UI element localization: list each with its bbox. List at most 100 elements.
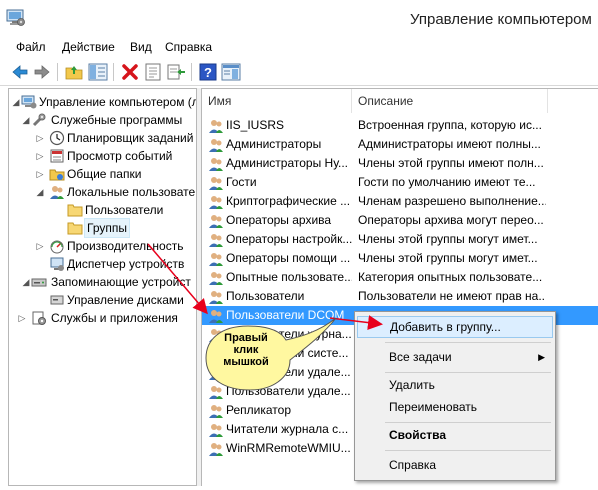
group-name: Криптографические ... [226, 194, 351, 208]
properties-icon[interactable] [143, 62, 163, 82]
delete-icon[interactable] [120, 62, 140, 82]
help-icon[interactable]: ? [198, 62, 218, 82]
menu-file[interactable]: Файл [16, 40, 46, 54]
table-row[interactable]: Операторы архива Операторы архива могут п… [202, 211, 598, 230]
table-row[interactable]: IIS_IUSRS Встроенная группа, которую ис..… [202, 116, 598, 135]
back-icon[interactable] [10, 62, 30, 82]
group-icon [208, 232, 224, 248]
group-name: Репликатор [226, 403, 291, 417]
group-description: Встроенная группа, которую ис... [358, 118, 542, 132]
expand-arrow-icon[interactable]: ▷ [35, 129, 45, 147]
clock-icon [49, 130, 65, 146]
group-description: Гости по умолчанию имеют те... [358, 175, 536, 189]
menu-separator [385, 372, 551, 373]
disk-icon [49, 292, 65, 308]
group-icon [208, 308, 224, 324]
group-description: Члены этой группы имеют полн... [358, 156, 544, 170]
toolbar: ? [0, 58, 598, 86]
expand-arrow-icon[interactable]: ▷ [17, 309, 27, 327]
menu-view[interactable]: Вид [130, 40, 152, 54]
tools-icon [31, 112, 47, 128]
group-name: Читатели журнала с... [226, 422, 349, 436]
table-row[interactable]: Опытные пользовате... Категория опытных п… [202, 268, 598, 287]
console-icon[interactable] [221, 62, 241, 82]
group-icon [208, 422, 224, 438]
menu-action[interactable]: Действие [62, 40, 115, 54]
toolbar-separator [113, 63, 114, 81]
collapse-arrow-icon[interactable]: ◢ [21, 273, 31, 291]
group-icon [208, 289, 224, 305]
toolbar-separator [191, 63, 192, 81]
table-row[interactable]: Администраторы Ну... Члены этой группы им… [202, 154, 598, 173]
event-viewer-icon [49, 148, 65, 164]
collapse-arrow-icon[interactable]: ◢ [11, 93, 21, 111]
group-name: IIS_IUSRS [226, 118, 285, 132]
toolbar-separator [57, 63, 58, 81]
table-row[interactable]: Криптографические ... Членам разрешено вы… [202, 192, 598, 211]
group-description: Категория опытных пользовате... [358, 270, 543, 284]
group-icon [208, 118, 224, 134]
folder-icon [67, 220, 83, 236]
menu-item-all-tasks[interactable]: Все задачи ▶ [357, 346, 553, 368]
expand-arrow-icon[interactable]: ▷ [35, 237, 45, 255]
export-icon[interactable] [166, 62, 186, 82]
services-icon [31, 310, 47, 326]
group-name: Пользователи DCOM [226, 306, 352, 325]
group-name: Пользователи удале... [226, 384, 351, 398]
menu-item-help[interactable]: Справка [357, 454, 553, 476]
menu-separator [385, 422, 551, 423]
group-description: Членам разрешено выполнение... [358, 194, 546, 208]
group-name: Операторы помощи ... [226, 251, 351, 265]
group-description: Операторы архива могут перео... [358, 213, 544, 227]
navigation-tree[interactable]: ◢ Управление компьютером (л ◢ Служебные … [8, 88, 196, 486]
group-name: Операторы архива [226, 213, 332, 227]
menu-separator [385, 342, 551, 343]
window-title: Управление компьютером [410, 11, 592, 28]
group-description: Администраторы имеют полны... [358, 137, 541, 151]
group-name: WinRMRemoteWMIU... [226, 441, 351, 455]
column-header-name[interactable]: Имя [202, 89, 352, 113]
group-icon [208, 441, 224, 457]
menu-separator [385, 450, 551, 451]
collapse-arrow-icon[interactable]: ◢ [35, 183, 45, 201]
group-icon [208, 384, 224, 400]
menu-help[interactable]: Справка [165, 40, 212, 54]
callout-text: Правый клик мышкой [223, 332, 269, 368]
group-icon [208, 175, 224, 191]
forward-icon[interactable] [32, 62, 52, 82]
table-row[interactable]: Операторы помощи ... Члены этой группы мо… [202, 249, 598, 268]
computer-management-app-icon[interactable] [6, 9, 26, 27]
users-icon [49, 184, 65, 200]
menu-item-properties[interactable]: Свойства [357, 424, 553, 446]
table-row[interactable]: Операторы настройк... Члены этой группы м… [202, 230, 598, 249]
storage-icon [31, 274, 47, 290]
submenu-arrow-icon: ▶ [538, 352, 545, 362]
show-hide-tree-icon[interactable] [88, 62, 108, 82]
group-name: Администраторы [226, 137, 322, 151]
device-manager-icon [49, 256, 65, 272]
table-row[interactable]: Пользователи Пользователи не имеют прав н… [202, 287, 598, 306]
table-row[interactable]: Администраторы Администраторы имеют полны… [202, 135, 598, 154]
expand-arrow-icon[interactable]: ▷ [35, 147, 45, 165]
computer-management-icon [21, 94, 37, 110]
group-name: Администраторы Ну... [226, 156, 349, 170]
group-description: Пользователи не имеют прав на... [358, 289, 546, 303]
menu-item-all-tasks-label: Все задачи [389, 350, 452, 364]
menu-item-add-to-group[interactable]: Добавить в группу... [357, 316, 553, 338]
svg-text:?: ? [204, 65, 212, 80]
title-bar: Управление компьютером [0, 0, 598, 38]
menu-item-delete[interactable]: Удалить [357, 374, 553, 396]
group-description: Члены этой группы могут имет... [358, 251, 538, 265]
group-icon [208, 137, 224, 153]
menu-bar: Файл Действие Вид Справка [0, 38, 598, 58]
expand-arrow-icon[interactable]: ▷ [35, 165, 45, 183]
performance-icon [49, 238, 65, 254]
group-name: Пользователи [226, 289, 305, 303]
menu-item-rename[interactable]: Переименовать [357, 396, 553, 418]
column-header-description[interactable]: Описание [352, 89, 548, 113]
collapse-arrow-icon[interactable]: ◢ [21, 111, 31, 129]
group-description: Члены этой группы могут имет... [358, 232, 538, 246]
table-row[interactable]: Гости Гости по умолчанию имеют те... [202, 173, 598, 192]
up-folder-icon[interactable] [64, 62, 84, 82]
group-icon [208, 213, 224, 229]
